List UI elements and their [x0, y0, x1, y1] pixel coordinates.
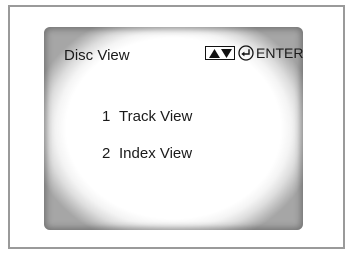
- menu-item-label: Track View: [119, 108, 193, 125]
- enter-label: ENTER: [256, 45, 304, 61]
- up-arrow-icon: [208, 48, 220, 58]
- menu-item-number: 2: [102, 145, 111, 162]
- enter-icon: [238, 45, 254, 61]
- menu-item-track-view[interactable]: 1 Track View: [102, 108, 192, 145]
- view-menu: 1 Track View 2 Index View: [102, 108, 192, 182]
- up-down-arrows: [205, 46, 235, 60]
- menu-item-label: Index View: [119, 145, 193, 162]
- navigation-hint: ENTER: [205, 45, 303, 61]
- down-arrow-icon: [220, 48, 232, 58]
- page-title: Disc View: [64, 47, 130, 64]
- menu-item-number: 1: [102, 108, 111, 125]
- menu-item-index-view[interactable]: 2 Index View: [102, 145, 192, 182]
